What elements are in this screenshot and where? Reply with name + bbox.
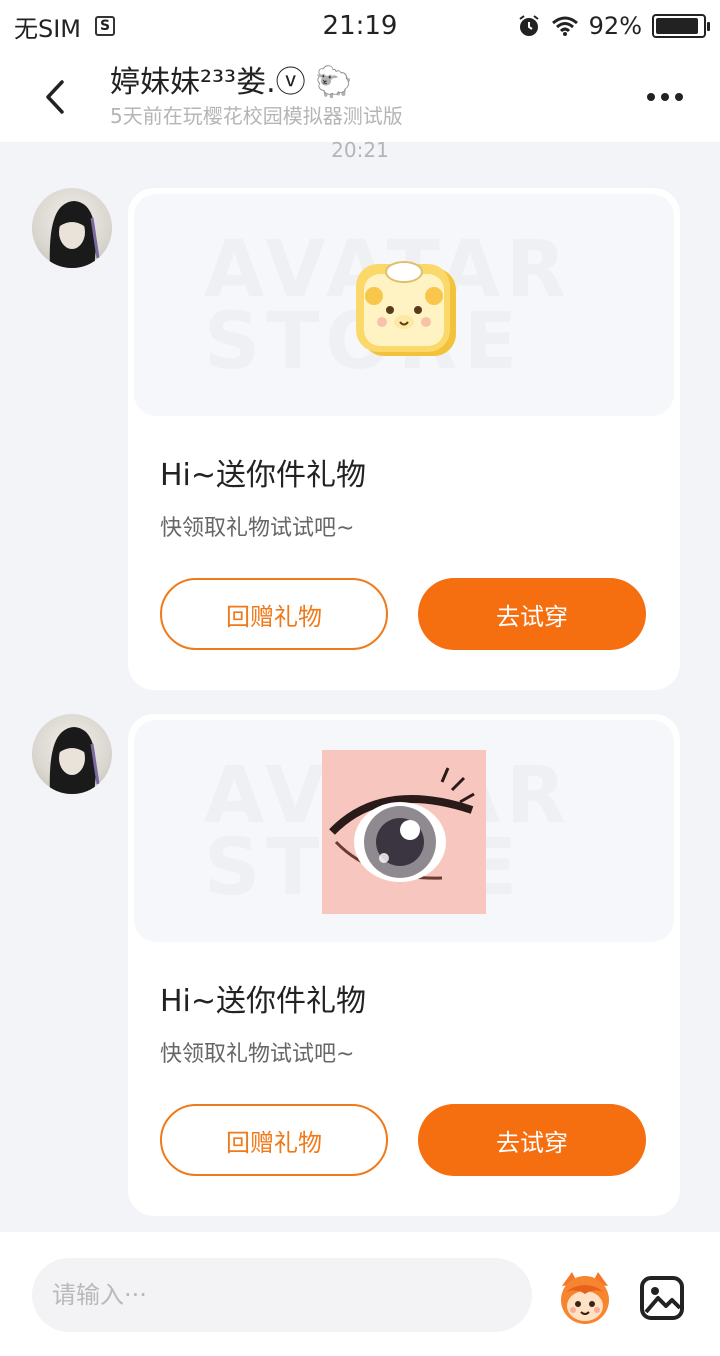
card-subtitle: 快领取礼物试试吧~ (160, 516, 355, 541)
input-bar (0, 1232, 720, 1356)
gift-message-card: AVATAR STORE Hi~送你件礼物 快领取礼物试试吧~ 回赠礼物 去试穿 (128, 188, 680, 690)
chevron-left-icon (46, 80, 64, 114)
anime-eye-icon (322, 750, 486, 914)
try-on-button[interactable]: 去试穿 (418, 1104, 646, 1176)
page-subtitle: 5天前在玩樱花校园模拟器测试版 (110, 104, 403, 128)
gift-preview: AVATAR STORE (134, 720, 674, 942)
avatar-image (49, 727, 100, 794)
more-button[interactable] (610, 52, 720, 142)
emoji-button[interactable] (554, 1268, 616, 1326)
status-bar: 无SIM S 21:19 92% (0, 0, 720, 52)
sim-icon: S (95, 16, 116, 36)
mascot-emoji-icon (561, 1272, 609, 1324)
card-title: Hi~送你件礼物 (160, 458, 367, 493)
avatar[interactable] (32, 714, 112, 794)
battery-percent: 92% (588, 12, 642, 40)
gift-message-card: AVATAR STORE Hi~送你件礼物 快领取礼物试试吧~ 回赠礼物 去试穿 (128, 714, 680, 1216)
more-dot (661, 93, 669, 101)
battery-icon (652, 14, 710, 38)
return-gift-button[interactable]: 回赠礼物 (160, 578, 388, 650)
carrier-label: 无SIM (14, 14, 82, 43)
wifi-icon (551, 16, 578, 36)
back-button[interactable] (0, 52, 110, 142)
alarm-icon (519, 15, 539, 36)
more-dot (675, 93, 683, 101)
try-on-button[interactable]: 去试穿 (418, 578, 646, 650)
message-input[interactable] (32, 1258, 532, 1332)
card-title: Hi~送你件礼物 (160, 984, 367, 1019)
image-icon (640, 1276, 684, 1320)
more-dot (647, 93, 655, 101)
page-title: 婷妹妹²³³娄.ⓥ 🐑 (110, 65, 353, 100)
return-gift-button[interactable]: 回赠礼物 (160, 1104, 388, 1176)
chat-header: 婷妹妹²³³娄.ⓥ 🐑 5天前在玩樱花校园模拟器测试版 (0, 52, 720, 142)
image-button[interactable] (638, 1274, 686, 1322)
avatar-image (49, 201, 100, 268)
chat-time-label: 20:21 (331, 138, 389, 162)
avatar[interactable] (32, 188, 112, 268)
gift-preview: AVATAR STORE (134, 194, 674, 416)
card-subtitle: 快领取礼物试试吧~ (160, 1042, 355, 1067)
bear-toast-icon (356, 261, 456, 356)
